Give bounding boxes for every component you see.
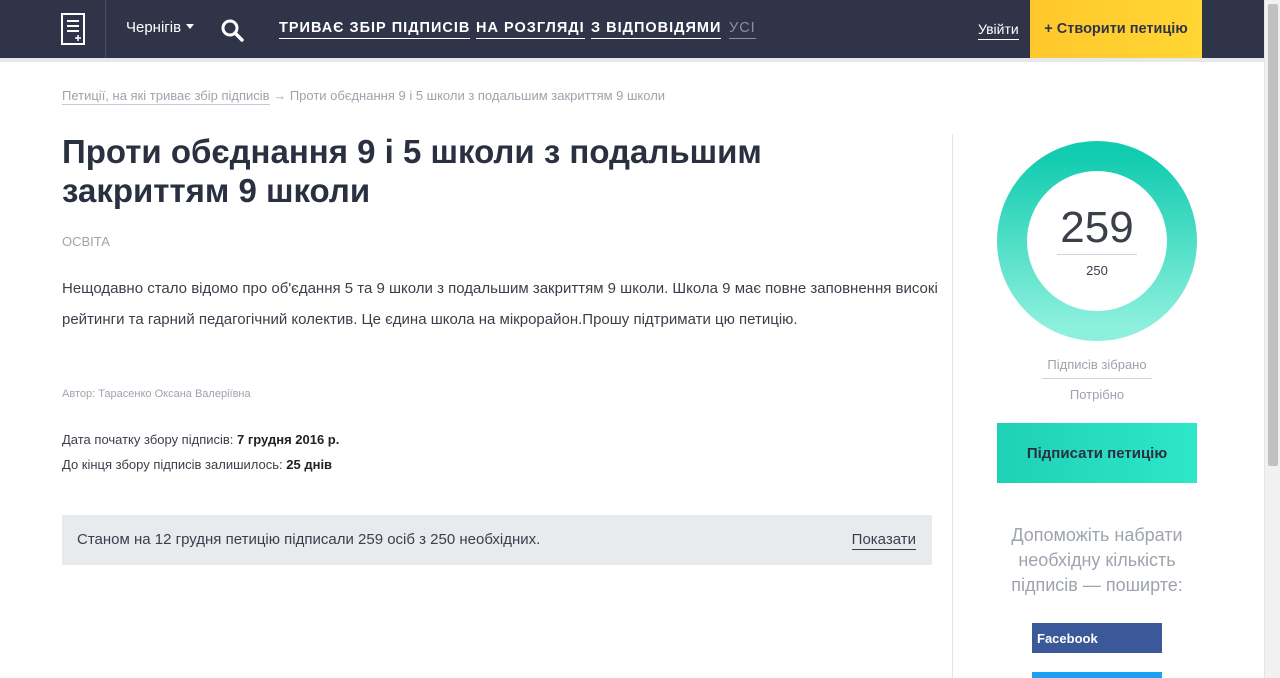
remaining-label: До кінця збору підписів залишилось:	[62, 457, 283, 472]
arrow-right-icon: →	[273, 88, 287, 103]
start-date-value: 7 грудня 2016 р.	[237, 432, 340, 447]
login-link[interactable]: Увійти	[978, 21, 1019, 40]
needed-label: Потрібно	[1069, 387, 1125, 402]
start-date-label: Дата початку збору підписів:	[62, 432, 234, 447]
nav-under-review[interactable]: НА РОЗГЛЯДІ	[476, 20, 585, 39]
top-header: Чернігів ТРИВАЄ ЗБІР ПІДПИСІВ НА РОЗГЛЯД…	[0, 0, 1264, 58]
header-shadow	[0, 58, 1264, 62]
sign-petition-button[interactable]: Підписати петицію	[997, 423, 1197, 483]
twitter-share-button[interactable]	[1032, 672, 1162, 678]
collected-label: Підписів зібрано	[1042, 357, 1152, 379]
start-date-line: Дата початку збору підписів: 7 грудня 20…	[62, 432, 339, 447]
signature-status-box: Станом на 12 грудня петицію підписали 25…	[62, 515, 932, 565]
petition-category: ОСВІТА	[62, 234, 110, 249]
header-divider	[105, 0, 106, 58]
signatures-needed-count: 250	[1086, 263, 1108, 278]
breadcrumb-parent-link[interactable]: Петиції, на які триває збір підписів	[62, 88, 270, 105]
create-petition-button[interactable]: + Створити петицію	[1030, 0, 1202, 58]
nav-answered[interactable]: З ВІДПОВІДЯМИ	[591, 20, 722, 39]
petition-author: Автор: Тарасенко Оксана Валеріївна	[62, 388, 251, 400]
search-icon[interactable]	[220, 18, 244, 42]
nav-all[interactable]: УСІ	[729, 20, 756, 39]
city-selector[interactable]: Чернігів	[126, 19, 195, 36]
facebook-share-button[interactable]: Facebook	[1032, 623, 1162, 653]
share-help-text: Допоможіть набрати необхідну кількість п…	[1011, 525, 1183, 595]
chevron-down-icon	[186, 24, 195, 29]
petition-logo-icon[interactable]	[58, 12, 88, 46]
status-text: Станом на 12 грудня петицію підписали 25…	[77, 531, 541, 548]
signatures-collected-count: 259	[1060, 203, 1134, 252]
page-scrollbar[interactable]	[1264, 0, 1280, 678]
show-signatures-link[interactable]: Показати	[851, 531, 916, 550]
author-label: Автор:	[62, 388, 96, 400]
remaining-line: До кінця збору підписів залишилось: 25 д…	[62, 457, 332, 472]
scrollbar-thumb[interactable]	[1268, 4, 1278, 466]
page-title: Проти обєднання 9 і 5 школи з подальшим …	[62, 133, 762, 209]
nav-collecting[interactable]: ТРИВАЄ ЗБІР ПІДПИСІВ	[279, 20, 471, 39]
sidebar-divider	[952, 134, 953, 678]
petition-description: Нещодавно стало відомо про об'єдання 5 т…	[62, 280, 938, 328]
remaining-value: 25 днів	[286, 457, 333, 472]
city-label: Чернігів	[126, 19, 182, 36]
author-name: Тарасенко Оксана Валеріївна	[98, 388, 251, 400]
count-divider	[1057, 254, 1137, 255]
breadcrumb: Петиції, на які триває збір підписів → П…	[62, 88, 666, 105]
breadcrumb-current: Проти обєднання 9 і 5 школи з подальшим …	[289, 88, 666, 103]
